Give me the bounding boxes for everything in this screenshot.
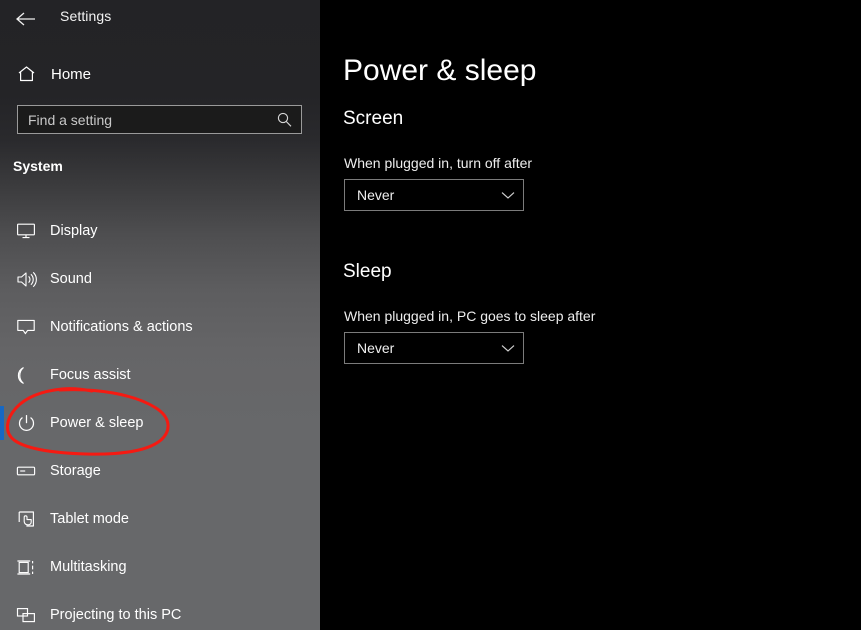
back-arrow-icon[interactable] xyxy=(10,4,40,34)
home-icon xyxy=(16,64,36,84)
sidebar-item-tablet-mode-label: Tablet mode xyxy=(50,511,129,527)
page-title: Power & sleep xyxy=(343,54,537,87)
title-bar: Settings xyxy=(0,0,320,40)
sidebar-item-focus-assist[interactable]: Focus assist xyxy=(0,351,320,399)
section-heading-screen: Screen xyxy=(343,108,404,129)
sidebar-group-title: System xyxy=(13,158,63,174)
notification-bubble-icon xyxy=(15,316,37,338)
sidebar-item-storage-label: Storage xyxy=(50,463,101,479)
sidebar-item-projecting-to-this-pc[interactable]: Projecting to this PC xyxy=(0,591,320,630)
drive-icon xyxy=(15,460,37,482)
search-input[interactable] xyxy=(18,106,271,133)
moon-icon xyxy=(15,364,37,386)
search-icon[interactable] xyxy=(271,111,297,128)
sidebar-item-home-label: Home xyxy=(51,65,92,83)
power-icon xyxy=(15,412,37,434)
sidebar-item-projecting-to-this-pc-label: Projecting to this PC xyxy=(50,607,182,623)
app-title: Settings xyxy=(60,8,112,24)
chevron-down-icon[interactable] xyxy=(493,191,523,200)
tablet-hand-icon xyxy=(15,508,37,530)
search-box[interactable] xyxy=(17,105,302,134)
sidebar-item-storage[interactable]: Storage xyxy=(0,447,320,495)
sidebar-item-tablet-mode[interactable]: Tablet mode xyxy=(0,495,320,543)
section-heading-sleep: Sleep xyxy=(343,261,392,282)
sleep-after-value: Never xyxy=(357,340,395,356)
main-content: Power & sleep Screen When plugged in, tu… xyxy=(320,0,861,630)
sidebar-nav-list: Display Sound Notifications & actions Fo… xyxy=(0,207,320,630)
sidebar-item-power-and-sleep-label: Power & sleep xyxy=(50,415,144,431)
sidebar-item-sound-label: Sound xyxy=(50,271,92,287)
settings-window: Settings Home System xyxy=(0,0,861,630)
sleep-after-label: When plugged in, PC goes to sleep after xyxy=(344,308,596,324)
speaker-icon xyxy=(15,268,37,290)
sidebar-item-multitasking[interactable]: Multitasking xyxy=(0,543,320,591)
selection-indicator xyxy=(0,406,4,440)
screen-turn-off-label: When plugged in, turn off after xyxy=(344,155,533,171)
chevron-down-icon[interactable] xyxy=(493,344,523,353)
sidebar-item-display-label: Display xyxy=(50,223,98,239)
sidebar-item-sound[interactable]: Sound xyxy=(0,255,320,303)
sidebar-item-multitasking-label: Multitasking xyxy=(50,559,127,575)
sidebar: Settings Home System xyxy=(0,0,320,630)
screen-turn-off-dropdown[interactable]: Never xyxy=(344,179,524,211)
projecting-screens-icon xyxy=(15,604,37,626)
sidebar-item-focus-assist-label: Focus assist xyxy=(50,367,131,383)
monitor-icon xyxy=(15,220,37,242)
screen-turn-off-value: Never xyxy=(357,187,395,203)
sidebar-item-notifications[interactable]: Notifications & actions xyxy=(0,303,320,351)
sidebar-item-home[interactable]: Home xyxy=(0,58,320,90)
sleep-after-dropdown[interactable]: Never xyxy=(344,332,524,364)
sidebar-item-display[interactable]: Display xyxy=(0,207,320,255)
multitasking-panes-icon xyxy=(15,556,37,578)
sidebar-item-notifications-label: Notifications & actions xyxy=(50,319,193,335)
sidebar-item-power-and-sleep[interactable]: Power & sleep xyxy=(0,399,320,447)
